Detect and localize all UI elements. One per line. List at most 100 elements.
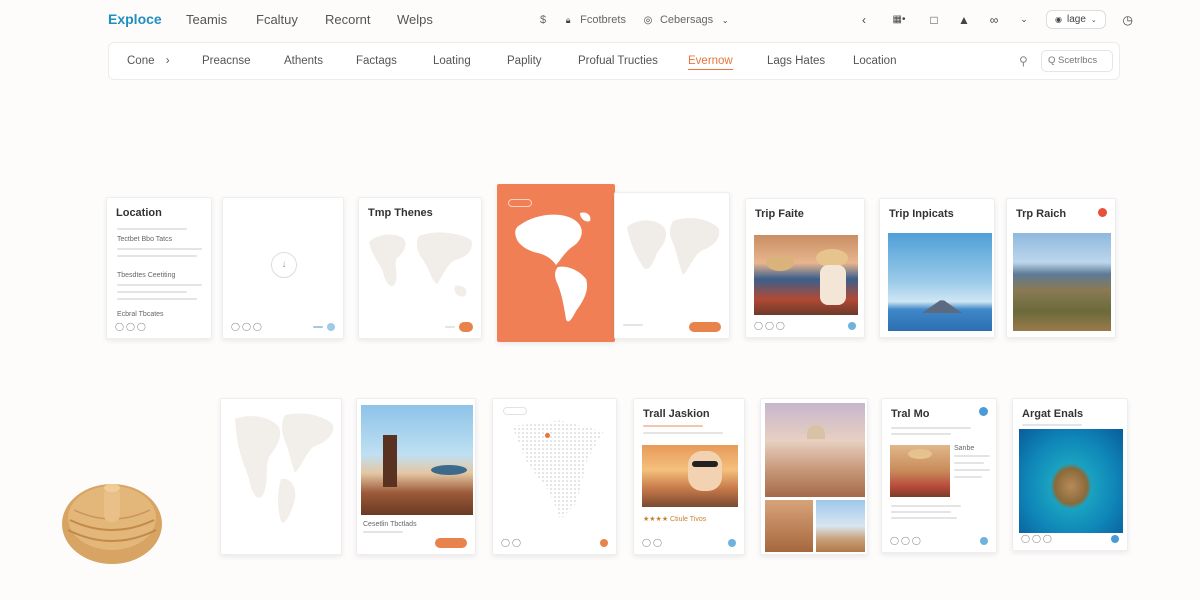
card-subtitle: Tectbet Bbo Tatcs bbox=[117, 236, 173, 243]
harbor-photo bbox=[816, 500, 865, 552]
volcano-sea-photo bbox=[888, 233, 992, 331]
play-icon[interactable]: ↓ bbox=[271, 252, 297, 278]
card-trip-raich[interactable]: Trp Raich bbox=[1006, 198, 1116, 338]
chevron-right-icon: › bbox=[165, 55, 170, 67]
coastal-town-photo bbox=[1013, 233, 1111, 331]
settings-label: Cebersags bbox=[659, 14, 714, 26]
pagoda-photo bbox=[361, 405, 473, 515]
card-trip-faite[interactable]: Trip Faite ◯◯◯ bbox=[745, 198, 865, 338]
card-orange-map[interactable] bbox=[497, 184, 615, 342]
card-actions-icon[interactable]: ◯◯◯ bbox=[231, 322, 264, 331]
lock-icon: 🔒︎ bbox=[565, 14, 571, 25]
card-argat-enals[interactable]: Argat Enals ◯◯◯ bbox=[1012, 398, 1128, 551]
card-title: Trip Faite bbox=[755, 208, 804, 220]
card-dot-map[interactable]: ◯◯ bbox=[492, 398, 617, 555]
chat-icon[interactable]: □ bbox=[926, 12, 942, 28]
card-trip-themes[interactable]: Tmp Thenes bbox=[358, 197, 482, 339]
category-lags-hates[interactable]: Lags Hates bbox=[767, 55, 825, 67]
status-dot-icon bbox=[728, 539, 736, 547]
card-title: Trall Jaskion bbox=[643, 408, 710, 420]
card-title: Argat Enals bbox=[1022, 408, 1084, 420]
card-video[interactable]: ↓ ◯◯◯ bbox=[222, 197, 344, 339]
chevron-down-icon: ⌄ bbox=[721, 15, 729, 25]
world-map-icon bbox=[627, 218, 720, 275]
card-map-page[interactable] bbox=[614, 192, 730, 339]
status-dot-icon bbox=[848, 322, 856, 330]
settings-dropdown[interactable]: ◎ Cebersags ⌄ bbox=[640, 12, 733, 28]
favorite-icon[interactable] bbox=[1098, 208, 1107, 217]
card-actions-icon[interactable]: ◯◯ bbox=[642, 538, 664, 547]
cathedral-photo bbox=[765, 403, 865, 497]
category-athents[interactable]: Athents bbox=[284, 55, 323, 67]
center-toolbar: $ 🔒︎ Fcotbrets ◎ Cebersags ⌄ bbox=[540, 12, 733, 28]
card-title: Location bbox=[116, 207, 162, 219]
clock-icon[interactable]: ◷ bbox=[1120, 12, 1136, 28]
card-action-button[interactable] bbox=[435, 538, 467, 548]
bag-icon[interactable]: ▲ bbox=[956, 12, 972, 28]
card-action-button[interactable] bbox=[689, 322, 721, 332]
card-title: Trip Inpicats bbox=[889, 208, 954, 220]
card-label-pill bbox=[508, 199, 532, 207]
category-label: Cone bbox=[127, 55, 155, 67]
chevron-down-icon[interactable]: ⌄ bbox=[1016, 12, 1032, 28]
card-map-blank[interactable] bbox=[220, 398, 342, 555]
card-subtitle: Tbesdtes Ceetiting bbox=[117, 272, 176, 279]
card-actions-icon[interactable]: ◯◯ bbox=[501, 538, 523, 547]
card-trip-inpicats[interactable]: Trip Inpicats bbox=[879, 198, 995, 338]
category-paplity[interactable]: Paplity bbox=[507, 55, 542, 67]
lock-icon: ◉ bbox=[1055, 15, 1062, 24]
category-cone[interactable]: Cone › bbox=[127, 55, 170, 67]
right-toolbar: ‹ ▦• □ ▲ ∞ ⌄ ◉ lage ⌄ ◷ bbox=[856, 10, 1136, 29]
back-arrow-icon[interactable]: ‹ bbox=[856, 12, 872, 28]
status-dot-icon bbox=[327, 323, 335, 331]
category-evernow[interactable]: Evernow bbox=[688, 55, 733, 70]
card-trall-jaskion[interactable]: Trall Jaskion ★★★★ Ctiule Tivos ◯◯ bbox=[633, 398, 745, 555]
card-actions-icon[interactable]: ◯◯◯ bbox=[890, 536, 923, 545]
dotted-map-icon bbox=[511, 420, 604, 520]
arches-photo bbox=[765, 500, 813, 552]
card-tral-mo[interactable]: Tral Mo Sanbe ◯◯◯ bbox=[881, 398, 997, 553]
signin-button[interactable]: ◉ lage ⌄ bbox=[1046, 10, 1106, 29]
category-loating[interactable]: Loating bbox=[433, 55, 471, 67]
signin-label: lage bbox=[1066, 14, 1086, 25]
apps-icon[interactable]: ▦• bbox=[886, 12, 912, 28]
category-profual-tructies[interactable]: Profual Tructies bbox=[578, 55, 658, 67]
nav-link-recent[interactable]: Recornt bbox=[325, 12, 371, 27]
nav-link-faculty[interactable]: Fcaltuy bbox=[256, 12, 298, 27]
card-title: Tmp Thenes bbox=[368, 207, 433, 219]
top-navigation: Exploce Teamis Fcaltuy Recornt Welps $ 🔒… bbox=[0, 0, 1200, 38]
status-dot-icon bbox=[980, 537, 988, 545]
brand-logo[interactable]: Exploce bbox=[108, 11, 162, 27]
category-location[interactable]: Location bbox=[853, 55, 896, 67]
americas-map-icon bbox=[515, 212, 591, 322]
search-icon[interactable]: ⚲ bbox=[1019, 54, 1028, 68]
card-side-label: Sanbe bbox=[954, 445, 975, 452]
card-caption: Cesetlin Tbctlads bbox=[363, 521, 417, 528]
chevron-down-icon: ⌄ bbox=[1090, 16, 1097, 24]
card-actions-icon[interactable]: ◯◯◯ bbox=[115, 322, 148, 331]
card-actions-icon[interactable]: ◯◯◯ bbox=[1021, 534, 1054, 543]
card-label-pill bbox=[503, 407, 527, 415]
currency-button[interactable]: $ bbox=[540, 14, 546, 26]
world-map-icon bbox=[369, 232, 472, 297]
card-pagoda[interactable]: Cesetlin Tbctlads bbox=[356, 398, 476, 555]
card-action-button[interactable] bbox=[459, 322, 473, 332]
world-map-icon bbox=[235, 413, 334, 523]
card-architecture[interactable] bbox=[760, 398, 868, 555]
card-location[interactable]: Location Tectbet Bbo Tatcs Tbesdtes Ceet… bbox=[106, 197, 212, 339]
category-factags[interactable]: Factags bbox=[356, 55, 397, 67]
status-dot-icon bbox=[600, 539, 608, 547]
woven-basket-icon bbox=[62, 484, 162, 564]
footprints-button[interactable]: 🔒︎ Fcotbrets bbox=[560, 12, 626, 28]
link-icon[interactable]: ∞ bbox=[986, 12, 1002, 28]
travelers-photo bbox=[754, 235, 858, 315]
info-icon[interactable] bbox=[979, 407, 988, 416]
nav-link-teams[interactable]: Teamis bbox=[186, 12, 227, 27]
category-preacnse[interactable]: Preacnse bbox=[202, 55, 251, 67]
search-input[interactable]: Q Scetrlbcs bbox=[1041, 50, 1113, 72]
location-marker-icon bbox=[545, 433, 550, 438]
card-actions-icon[interactable]: ◯◯◯ bbox=[754, 321, 787, 330]
nav-link-helps[interactable]: Welps bbox=[397, 12, 433, 27]
rating-stars: ★★★★ Ctiule Tivos bbox=[643, 516, 707, 523]
status-dot-icon bbox=[1111, 535, 1119, 543]
